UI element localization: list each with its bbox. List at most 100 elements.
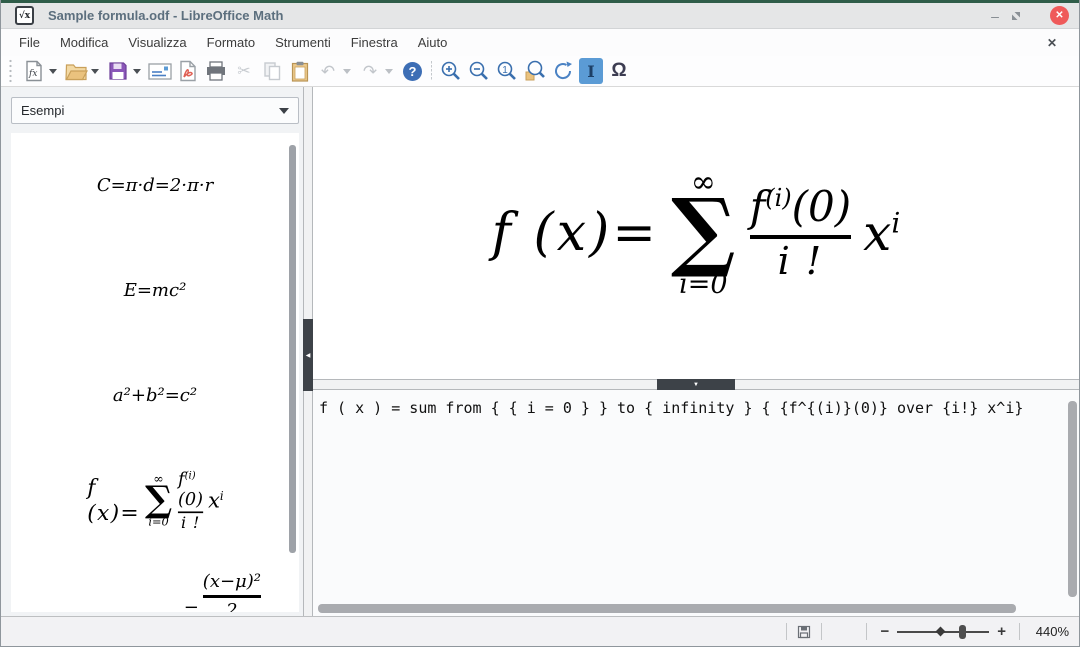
editor-splitter-handle[interactable]: ▼ <box>657 379 735 390</box>
zoom-in-button[interactable] <box>439 58 463 84</box>
zoom-level-label[interactable]: 440% <box>1029 624 1069 639</box>
print-button[interactable] <box>204 58 228 84</box>
menu-visualizza[interactable]: Visualizza <box>118 31 196 54</box>
command-text[interactable]: f ( x ) = sum from { { i = 0 } } to { in… <box>313 390 1079 426</box>
formula-sum: ∞ ∑ i=0 <box>671 168 736 298</box>
command-vertical-scrollbar[interactable] <box>1068 401 1077 597</box>
example-emc2[interactable]: E=mc² <box>11 238 299 343</box>
close-button[interactable]: ✕ <box>1050 6 1069 25</box>
editor-splitter[interactable]: ▼ <box>313 379 1079 390</box>
maximize-button[interactable] <box>1010 10 1040 22</box>
formula-tail: xi <box>863 204 900 262</box>
statusbar-separator <box>866 623 867 640</box>
titlebar[interactable]: √x Sample formula.odf - LibreOffice Math… <box>1 3 1079 29</box>
copy-icon <box>263 61 282 81</box>
command-editor[interactable]: f ( x ) = sum from { { i = 0 } } to { in… <box>313 390 1079 616</box>
statusbar-separator <box>1019 623 1020 640</box>
sigma-symbol: ∑ <box>671 194 736 267</box>
zoom-out-stepper[interactable]: − <box>876 623 893 640</box>
command-horizontal-scrollbar[interactable] <box>318 604 1016 613</box>
sidebar-scrollbar[interactable] <box>289 145 296 553</box>
new-document-icon: fx <box>24 60 44 82</box>
fraction-denominator: i ! <box>778 241 824 283</box>
save-floppy-icon <box>108 61 128 81</box>
minimize-button[interactable]: – <box>980 8 1010 24</box>
copy-button[interactable] <box>260 58 284 84</box>
open-dropdown-arrow[interactable] <box>91 69 99 74</box>
menu-file[interactable]: File <box>9 31 50 54</box>
redo-icon: ↷ <box>363 63 377 80</box>
menu-formato[interactable]: Formato <box>197 31 265 54</box>
sidebar-splitter[interactable]: ◀ <box>303 87 313 616</box>
example-pythagoras[interactable]: a²+b²=c² <box>11 343 299 448</box>
help-button[interactable]: ? <box>400 58 424 84</box>
example-circumference[interactable]: C=π·d=2·π·r <box>11 133 299 238</box>
new-formula-button[interactable]: fx <box>22 58 46 84</box>
undo-dropdown-arrow[interactable] <box>343 69 351 74</box>
svg-text:fx: fx <box>28 69 37 79</box>
close-document-button[interactable]: ✕ <box>1033 36 1071 50</box>
rendered-formula: f (x)= ∞ ∑ i=0 f(i)(0) i ! xi <box>492 168 901 298</box>
toolbar-separator <box>431 61 432 81</box>
save-status-indicator[interactable] <box>796 624 812 640</box>
update-button[interactable] <box>551 58 575 84</box>
menu-aiuto[interactable]: Aiuto <box>408 31 458 54</box>
cut-button[interactable]: ✂ <box>232 58 256 84</box>
email-document-button[interactable] <box>148 58 172 84</box>
undo-button[interactable]: ↶ <box>316 58 340 84</box>
export-pdf-icon <box>179 60 197 82</box>
category-dropdown[interactable]: Esempi <box>11 97 299 124</box>
formula-cursor-icon: I <box>587 62 594 81</box>
example-gaussian-partial[interactable]: − (x−μ)² 2 <box>11 553 299 612</box>
zoom-in-stepper[interactable]: + <box>993 623 1010 640</box>
mini-taylor-formula: f (x)= ∞ ∑ i=0 f(i)(0) i ! xi <box>87 469 223 531</box>
menu-strumenti[interactable]: Strumenti <box>265 31 341 54</box>
maximize-icon <box>1010 10 1022 22</box>
formula-cursor-button[interactable]: I <box>579 58 603 84</box>
menubar: File Modifica Visualizza Formato Strumen… <box>1 29 1079 56</box>
menu-finestra[interactable]: Finestra <box>341 31 408 54</box>
zoom-100-button[interactable]: 1 <box>495 58 519 84</box>
fraction-numerator: f(i)(0) <box>750 183 851 231</box>
save-button[interactable] <box>106 58 130 84</box>
redo-button[interactable]: ↷ <box>358 58 382 84</box>
app-window: √x Sample formula.odf - LibreOffice Math… <box>0 0 1080 647</box>
show-all-icon <box>524 60 546 82</box>
symbols-button[interactable]: Ω <box>607 58 631 84</box>
formula-lhs: f (x)= <box>492 203 659 263</box>
zoom-slider-handle[interactable] <box>959 625 966 639</box>
category-dropdown-value: Esempi <box>21 103 279 118</box>
zoom-slider[interactable] <box>897 624 989 640</box>
omega-symbols-icon: Ω <box>611 60 626 82</box>
toolbar: fx <box>1 56 1079 87</box>
content: Esempi C=π·d=2·π·r E=mc² a²+b²=c² f (x)=… <box>1 87 1079 616</box>
redo-dropdown-arrow[interactable] <box>385 69 393 74</box>
zoom-out-icon <box>468 60 490 82</box>
statusbar: − + 440% <box>1 616 1079 646</box>
zoom-out-button[interactable] <box>467 58 491 84</box>
formula-preview[interactable]: f (x)= ∞ ∑ i=0 f(i)(0) i ! xi <box>313 87 1079 379</box>
paste-button[interactable] <box>288 58 312 84</box>
sidebar-splitter-handle[interactable]: ◀ <box>303 319 313 391</box>
elements-sidebar: Esempi C=π·d=2·π·r E=mc² a²+b²=c² f (x)=… <box>1 87 303 616</box>
open-button[interactable] <box>64 58 88 84</box>
open-folder-icon <box>65 62 88 81</box>
chevron-down-icon <box>279 108 289 114</box>
toolbar-grip[interactable] <box>7 59 14 83</box>
examples-list: C=π·d=2·π·r E=mc² a²+b²=c² f (x)= ∞ ∑ i=… <box>11 133 299 612</box>
zoom-slider-100-notch <box>936 627 946 637</box>
zoom-in-icon <box>440 60 462 82</box>
example-taylor-series[interactable]: f (x)= ∞ ∑ i=0 f(i)(0) i ! xi <box>11 448 299 553</box>
paste-clipboard-icon <box>291 61 309 82</box>
help-icon: ? <box>402 61 423 82</box>
save-dropdown-arrow[interactable] <box>133 69 141 74</box>
menu-modifica[interactable]: Modifica <box>50 31 118 54</box>
statusbar-separator <box>786 623 787 640</box>
export-pdf-button[interactable] <box>176 58 200 84</box>
svg-text:?: ? <box>408 64 416 79</box>
show-all-button[interactable] <box>523 58 547 84</box>
new-dropdown-arrow[interactable] <box>49 69 57 74</box>
undo-icon: ↶ <box>321 63 335 80</box>
sum-lower-limit: i=0 <box>679 271 727 298</box>
main-pane: f (x)= ∞ ∑ i=0 f(i)(0) i ! xi ▼ <box>313 87 1079 616</box>
